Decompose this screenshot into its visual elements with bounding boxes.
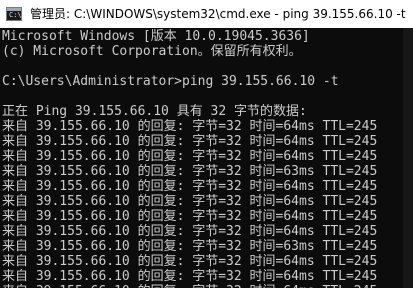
console-line: 正在 Ping 39.155.66.10 具有 32 字节的数据: [2, 104, 307, 119]
title-bar[interactable]: C:\ 管理员: C:\WINDOWS\system32\cmd.exe - p… [0, 0, 413, 28]
console-line: (c) Microsoft Corporation。保留所有权利。 [2, 44, 302, 59]
console-line: 来自 39.155.66.10 的回复: 字节=32 时间=63ms TTL=2… [2, 164, 378, 179]
console-line: 来自 39.155.66.10 的回复: 字节=32 时间=64ms TTL=2… [2, 179, 378, 194]
console-line: 来自 39.155.66.10 的回复: 字节=32 时间=64ms TTL=2… [2, 149, 378, 164]
console-line: 来自 39.155.66.10 的回复: 字节=32 时间=64ms TTL=2… [2, 284, 403, 288]
console-line: 来自 39.155.66.10 的回复: 字节=32 时间=63ms TTL=2… [2, 239, 378, 254]
console-line: 来自 39.155.66.10 的回复: 字节=32 时间=64ms TTL=2… [2, 254, 378, 269]
window-title: 管理员: C:\WINDOWS\system32\cmd.exe - ping … [30, 7, 406, 21]
vertical-scrollbar[interactable] [403, 28, 413, 288]
cmd-window: C:\ 管理员: C:\WINDOWS\system32\cmd.exe - p… [0, 0, 413, 288]
console-output[interactable]: Microsoft Windows [版本 10.0.19045.3636] (c… [0, 28, 403, 288]
console-line: 来自 39.155.66.10 的回复: 字节=32 时间=64ms TTL=2… [2, 194, 378, 209]
console-line: 来自 39.155.66.10 的回复: 字节=32 时间=64ms TTL=2… [2, 224, 378, 239]
console-line: 来自 39.155.66.10 的回复: 字节=32 时间=64ms TTL=2… [2, 134, 378, 149]
command-prompt-icon: C:\ [6, 7, 22, 21]
console-line: Microsoft Windows [版本 10.0.19045.3636] [2, 29, 310, 44]
console-line: 来自 39.155.66.10 的回复: 字节=32 时间=64ms TTL=2… [2, 269, 378, 284]
console-line: 来自 39.155.66.10 的回复: 字节=32 时间=64ms TTL=2… [2, 209, 378, 224]
console-line: C:\Users\Administrator>ping 39.155.66.10… [2, 74, 339, 89]
console-line: 来自 39.155.66.10 的回复: 字节=32 时间=64ms TTL=2… [2, 119, 378, 134]
